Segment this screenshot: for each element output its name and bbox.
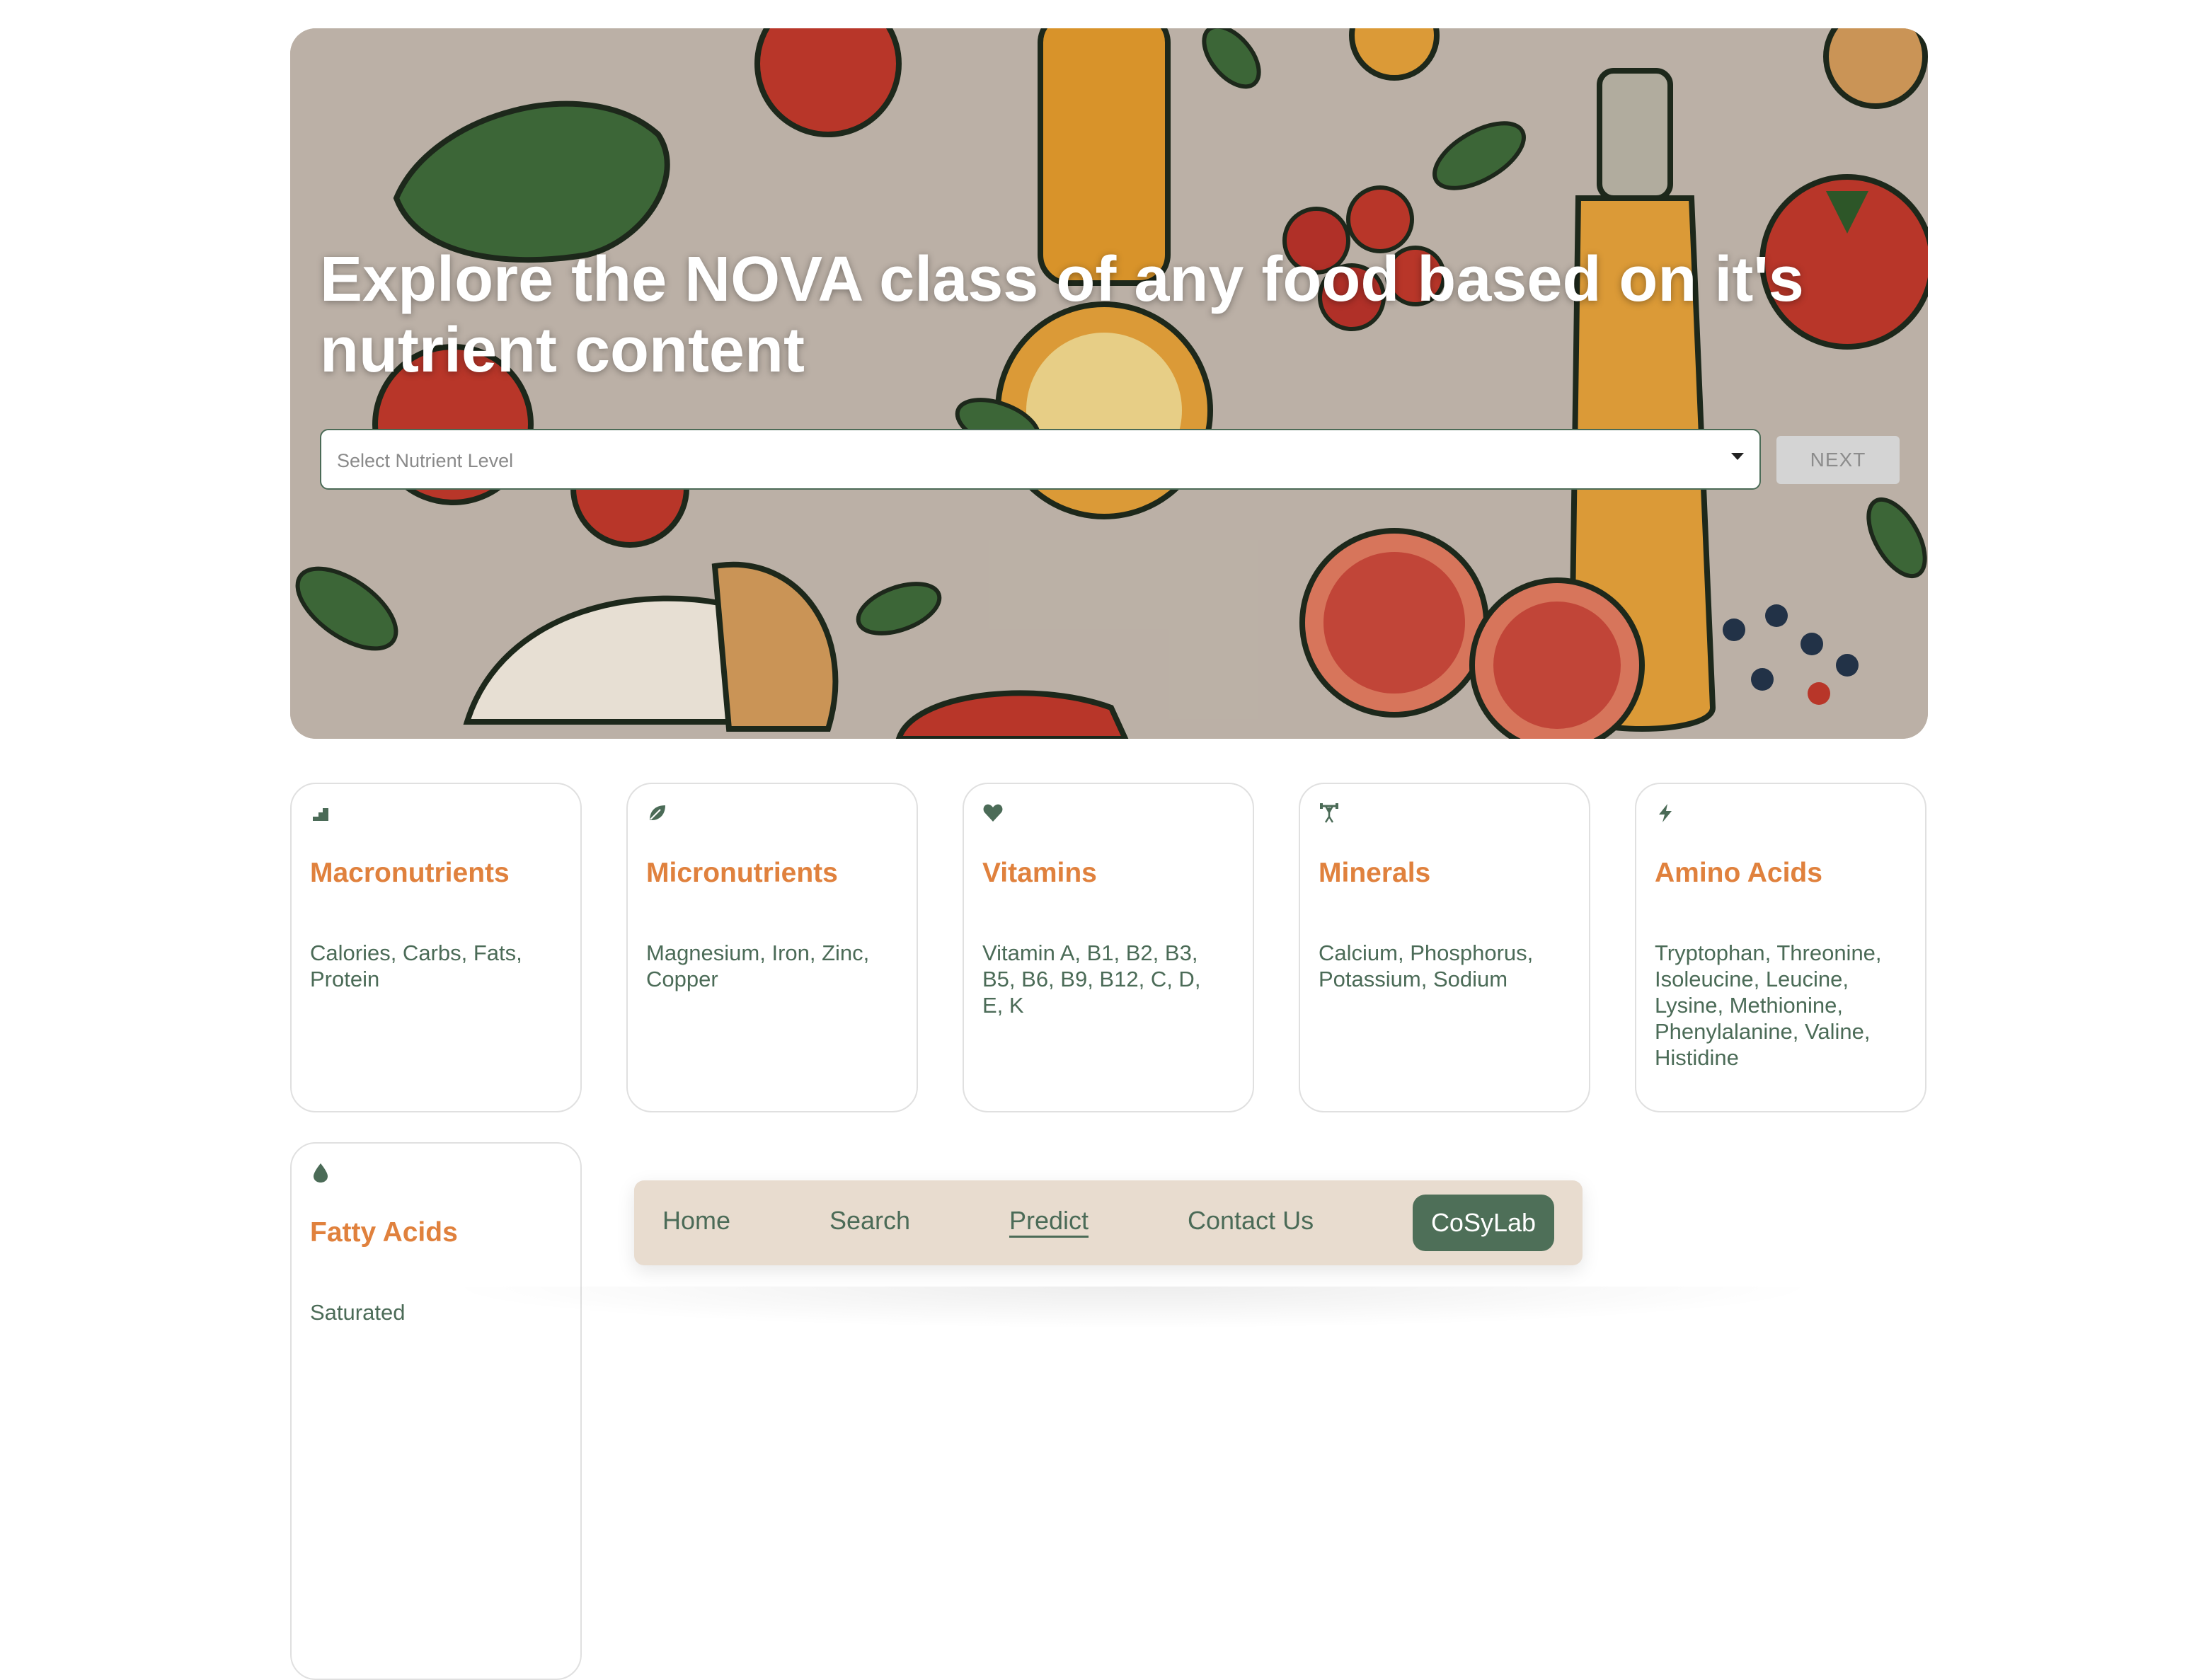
next-button[interactable]: NEXT (1776, 436, 1900, 484)
caret-down-icon (1731, 453, 1744, 460)
nav-home[interactable]: Home (662, 1206, 730, 1236)
card-description: Magnesium, Iron, Zinc, Copper (646, 940, 870, 991)
card-micronutrients[interactable]: Micronutrients Magnesium, Iron, Zinc, Co… (626, 783, 918, 1112)
nav-search[interactable]: Search (829, 1206, 910, 1236)
nutrient-level-select[interactable]: Select Nutrient Level (320, 429, 1761, 490)
bottom-nav: Home Search Predict Contact Us CoSyLab (634, 1180, 1583, 1265)
drop-icon (314, 1163, 328, 1183)
card-minerals[interactable]: Minerals Calcium, Phosphorus, Potassium,… (1299, 783, 1590, 1112)
card-description: Calories, Carbs, Fats, Protein (310, 940, 522, 991)
leaf-icon (650, 805, 665, 820)
card-title: Fatty Acids (310, 1217, 458, 1248)
card-title: Vitamins (982, 858, 1097, 888)
hero-title: Explore the NOVA class of any food based… (320, 244, 1804, 386)
card-macronutrients[interactable]: Macronutrients Calories, Carbs, Fats, Pr… (290, 783, 582, 1112)
card-title: Minerals (1319, 858, 1431, 888)
card-vitamins[interactable]: Vitamins Vitamin A, B1, B2, B3, B5, B6, … (963, 783, 1254, 1112)
weightlifter-icon (1320, 803, 1338, 823)
nav-contact-us[interactable]: Contact Us (1188, 1206, 1314, 1236)
card-description: Vitamin A, B1, B2, B3, B5, B6, B9, B12, … (982, 940, 1201, 1018)
card-title: Macronutrients (310, 858, 510, 888)
hero-banner: Explore the NOVA class of any food based… (290, 28, 1928, 739)
card-amino-acids[interactable]: Amino Acids Tryptophan, Threonine, Isole… (1635, 783, 1926, 1112)
heart-icon (983, 804, 1003, 822)
card-description: Calcium, Phosphorus, Potassium, Sodium (1319, 940, 1534, 991)
select-placeholder: Select Nutrient Level (337, 450, 514, 471)
nav-predict[interactable]: Predict (1009, 1206, 1089, 1236)
lightning-icon (1659, 804, 1672, 822)
card-fatty-acids[interactable]: Fatty Acids Saturated (290, 1142, 582, 1680)
nav-cosylab-button[interactable]: CoSyLab (1413, 1195, 1554, 1251)
card-title: Micronutrients (646, 858, 838, 888)
card-description: Tryptophan, Threonine, Isoleucine, Leuci… (1655, 940, 1882, 1070)
card-title: Amino Acids (1655, 858, 1822, 888)
chart-steps-icon (313, 808, 328, 821)
footer-shadow (439, 1287, 1826, 1329)
